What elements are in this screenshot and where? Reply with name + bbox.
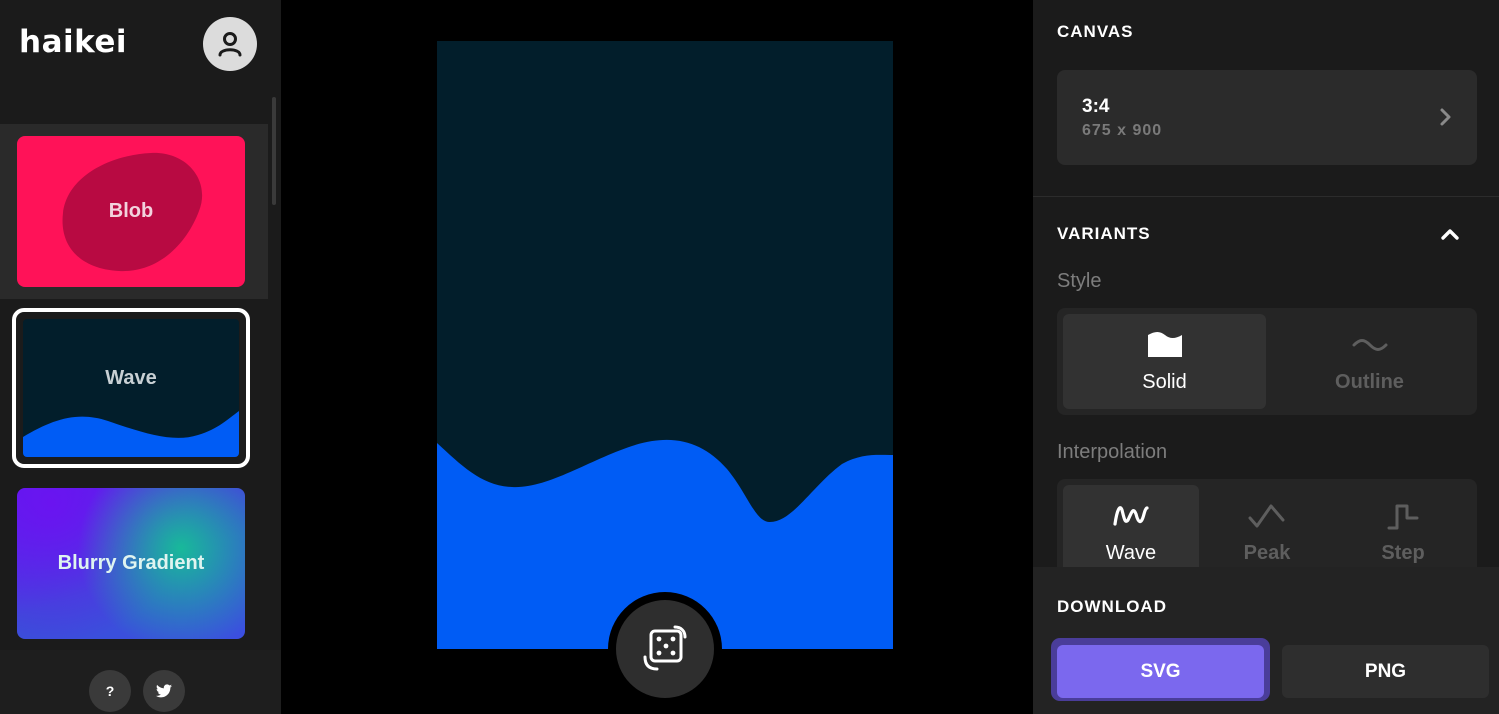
help-icon: ? [105,683,115,699]
section-divider [1033,196,1499,197]
chevron-up-icon[interactable] [1438,222,1462,246]
style-label: Style [1057,270,1102,292]
generator-gallery: Blob Wave Blurry Gradient [0,95,281,650]
gallery-scrollbar[interactable] [272,97,276,205]
variants-section-title: VARIANTS [1057,224,1151,243]
canvas-ratio: 3:4 [1082,96,1110,117]
interpolation-option-step[interactable]: Step [1335,485,1471,580]
user-icon [218,32,242,57]
card-label: Blob [108,200,154,222]
twitter-button[interactable] [143,670,185,712]
randomize-button[interactable] [616,600,714,698]
twitter-icon [156,684,172,698]
generator-card-wave-selected[interactable]: Wave [12,308,250,468]
generator-card-blob[interactable]: Blob [17,136,245,287]
canvas-size-selector[interactable]: 3:4 675 x 900 [1057,70,1477,165]
interpolation-label: Interpolation [1057,441,1168,463]
chevron-right-icon [1440,108,1451,126]
outline-icon [1352,339,1387,351]
help-button[interactable]: ? [89,670,131,712]
interpolation-option-wave[interactable]: Wave [1063,485,1199,580]
user-account-button[interactable] [203,17,257,71]
generator-card-blurry-gradient[interactable]: Blurry Gradient [17,488,245,639]
canvas-area [281,0,1033,714]
card-label: Blurry Gradient [57,552,205,574]
style-option-solid[interactable]: Solid [1063,314,1266,409]
download-section-title: DOWNLOAD [1057,597,1167,616]
sidebar-header: haikei [0,0,281,95]
download-png-button[interactable]: PNG [1282,645,1489,698]
canvas-dimensions: 675 x 900 [1082,122,1163,139]
style-option-outline[interactable]: Outline [1268,314,1471,409]
download-section: DOWNLOAD SVG PNG [1033,567,1499,714]
interpolation-option-label: Step [1381,542,1425,564]
download-svg-button[interactable]: SVG [1057,645,1264,698]
style-segmented-control: Solid Outline [1057,308,1477,415]
app-logo[interactable]: haikei [19,24,127,60]
style-option-label: Solid [1142,371,1187,393]
step-icon [1387,504,1419,530]
wave-artboard [437,41,893,649]
wave-shape [437,439,893,649]
sidebar: haikei Blob Wave Blurry Gradient ? [0,0,281,714]
canvas-section-title: CANVAS [1057,22,1134,41]
settings-panel: CANVAS 3:4 675 x 900 VARIANTS Style Soli… [1033,0,1499,714]
solid-icon [1147,332,1182,357]
card-label: Wave [105,366,157,389]
sidebar-footer: ? [0,650,281,714]
interpolation-option-label: Wave [1105,542,1157,564]
interpolation-option-peak[interactable]: Peak [1199,485,1335,580]
peak-icon [1248,504,1285,528]
wave-icon [1113,506,1149,526]
style-option-label: Outline [1335,371,1404,393]
interpolation-option-label: Peak [1243,542,1291,564]
generator-card-wave[interactable]: Wave [23,319,239,457]
dice-icon [643,625,687,671]
